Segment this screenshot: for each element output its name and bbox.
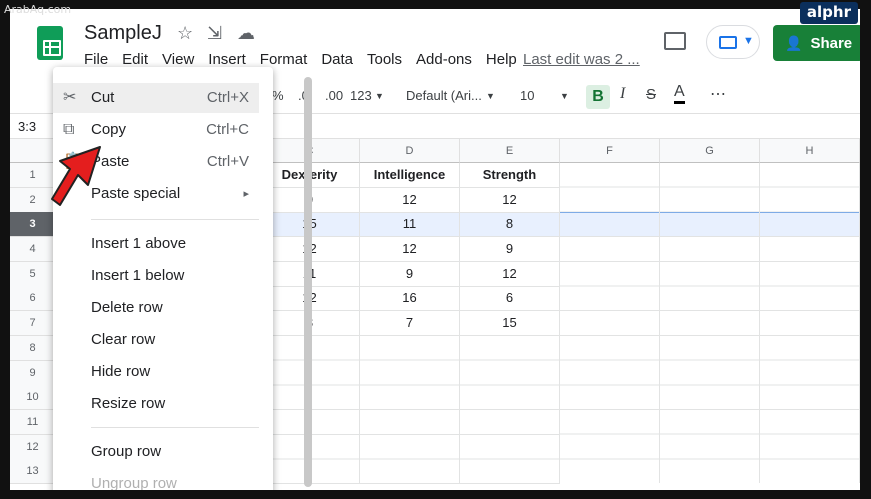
share-label: Share xyxy=(810,34,853,52)
cloud-status-icon[interactable]: ☁ xyxy=(237,23,255,44)
text-color-button[interactable]: A xyxy=(674,83,685,104)
menu-item-copy[interactable]: ⧉ Copy Ctrl+C xyxy=(53,115,259,145)
scissors-icon: ✂ xyxy=(63,89,77,106)
strikethrough-button[interactable]: S xyxy=(646,86,656,103)
row-header-12[interactable]: 12 xyxy=(10,435,56,460)
row-header-13[interactable]: 13 xyxy=(10,459,56,484)
menu-item-hide-row[interactable]: Hide row xyxy=(53,357,259,387)
menu-item-group-row[interactable]: Group row xyxy=(53,437,259,467)
cell-e6[interactable]: 6 xyxy=(460,286,560,311)
present-icon xyxy=(719,36,737,49)
name-box[interactable]: 3:3 xyxy=(18,119,36,134)
menu-format[interactable]: Format xyxy=(260,51,308,68)
watermark-text: ArabAq.com xyxy=(4,3,72,16)
document-title[interactable]: SampleJ xyxy=(84,22,162,45)
bold-button[interactable]: B xyxy=(586,85,610,109)
row-header-9[interactable]: 9 xyxy=(10,361,56,386)
cell-d6[interactable]: 16 xyxy=(360,286,460,311)
row-header-4[interactable]: 4 xyxy=(10,237,56,262)
menu-addons[interactable]: Add-ons xyxy=(416,51,472,68)
column-header-e[interactable]: E xyxy=(460,139,560,163)
menu-item-delete-row[interactable]: Delete row xyxy=(53,293,259,323)
font-size-select[interactable]: 10 xyxy=(520,88,534,103)
star-icon[interactable]: ☆ xyxy=(177,23,193,44)
chevron-down-icon: ▼ xyxy=(560,91,569,101)
chevron-down-icon: ▼ xyxy=(743,35,754,47)
font-family-select[interactable]: Default (Ari... xyxy=(406,88,482,103)
row-header-7[interactable]: 7 xyxy=(10,311,56,336)
menu-insert[interactable]: Insert xyxy=(208,51,246,68)
copy-icon: ⧉ xyxy=(63,121,75,138)
cell-e5[interactable]: 12 xyxy=(460,262,560,287)
menu-edit[interactable]: Edit xyxy=(122,51,148,68)
cell-e3[interactable]: 8 xyxy=(460,212,560,237)
column-header-g[interactable]: G xyxy=(660,139,760,163)
last-edit-link[interactable]: Last edit was 2 ... xyxy=(523,51,640,68)
submenu-arrow-icon: ▸ xyxy=(243,188,249,200)
spreadsheet-window: SampleJ ☆ ⇲ ☁ File Edit View Insert Form… xyxy=(10,9,860,490)
move-folder-icon[interactable]: ⇲ xyxy=(207,23,222,44)
cell-d7[interactable]: 7 xyxy=(360,311,460,336)
cell-e2[interactable]: 12 xyxy=(460,188,560,213)
row-header-5[interactable]: 5 xyxy=(10,262,56,287)
row-header-10[interactable]: 10 xyxy=(10,385,56,410)
red-arrow-annotation xyxy=(51,146,101,206)
row-header-6[interactable]: 6 xyxy=(10,286,56,311)
menu-item-resize-row[interactable]: Resize row xyxy=(53,389,259,419)
comment-history-icon[interactable] xyxy=(664,32,686,50)
row-context-menu: ✂ Cut Ctrl+X ⧉ Copy Ctrl+C 📋 Paste Ctrl+… xyxy=(53,67,312,490)
menu-data[interactable]: Data xyxy=(321,51,353,68)
menu-scrollbar[interactable] xyxy=(304,77,312,487)
percent-format-button[interactable]: % xyxy=(272,88,284,103)
more-options-button[interactable]: ⋯ xyxy=(710,84,726,104)
present-button[interactable]: ▼ xyxy=(706,25,760,59)
menu-item-cut[interactable]: ✂ Cut Ctrl+X xyxy=(53,83,259,113)
menu-item-ungroup-row: Ungroup row xyxy=(91,475,177,490)
menu-divider xyxy=(91,219,259,220)
menu-bar: File Edit View Insert Format Data Tools … xyxy=(84,51,531,68)
cell-e1[interactable]: Strength xyxy=(460,163,560,188)
lock-person-icon: 👤 xyxy=(785,34,803,51)
number-format-button[interactable]: 123 xyxy=(350,88,372,103)
column-header-h[interactable]: H xyxy=(760,139,860,163)
cell-d5[interactable]: 9 xyxy=(360,262,460,287)
row-header-3[interactable]: 3 xyxy=(10,212,56,237)
sheets-logo-icon[interactable] xyxy=(37,26,63,60)
menu-file[interactable]: File xyxy=(84,51,108,68)
cell-d3[interactable]: 11 xyxy=(360,212,460,237)
menu-view[interactable]: View xyxy=(162,51,194,68)
italic-button[interactable]: I xyxy=(620,85,625,103)
menu-item-clear-row[interactable]: Clear row xyxy=(53,325,259,355)
chevron-down-icon: ▼ xyxy=(486,91,495,101)
row-header-11[interactable]: 11 xyxy=(10,410,56,435)
empty-cells[interactable] xyxy=(560,163,860,483)
menu-tools[interactable]: Tools xyxy=(367,51,402,68)
cell-e4[interactable]: 9 xyxy=(460,237,560,262)
increase-decimal-button[interactable]: .00 xyxy=(325,88,343,103)
menu-help[interactable]: Help xyxy=(486,51,517,68)
share-button[interactable]: 👤 Share xyxy=(773,25,860,61)
row-header-8[interactable]: 8 xyxy=(10,336,56,361)
chevron-down-icon: ▼ xyxy=(375,91,384,101)
column-header-d[interactable]: D xyxy=(360,139,460,163)
cell-d2[interactable]: 12 xyxy=(360,188,460,213)
menu-item-insert-below[interactable]: Insert 1 below xyxy=(53,261,259,291)
column-header-f[interactable]: F xyxy=(560,139,660,163)
cell-d4[interactable]: 12 xyxy=(360,237,460,262)
cell-e7[interactable]: 15 xyxy=(460,311,560,336)
cell-d1[interactable]: Intelligence xyxy=(360,163,460,188)
menu-divider xyxy=(91,427,259,428)
menu-item-insert-above[interactable]: Insert 1 above xyxy=(53,229,259,259)
alphr-logo: alphr xyxy=(799,2,858,24)
